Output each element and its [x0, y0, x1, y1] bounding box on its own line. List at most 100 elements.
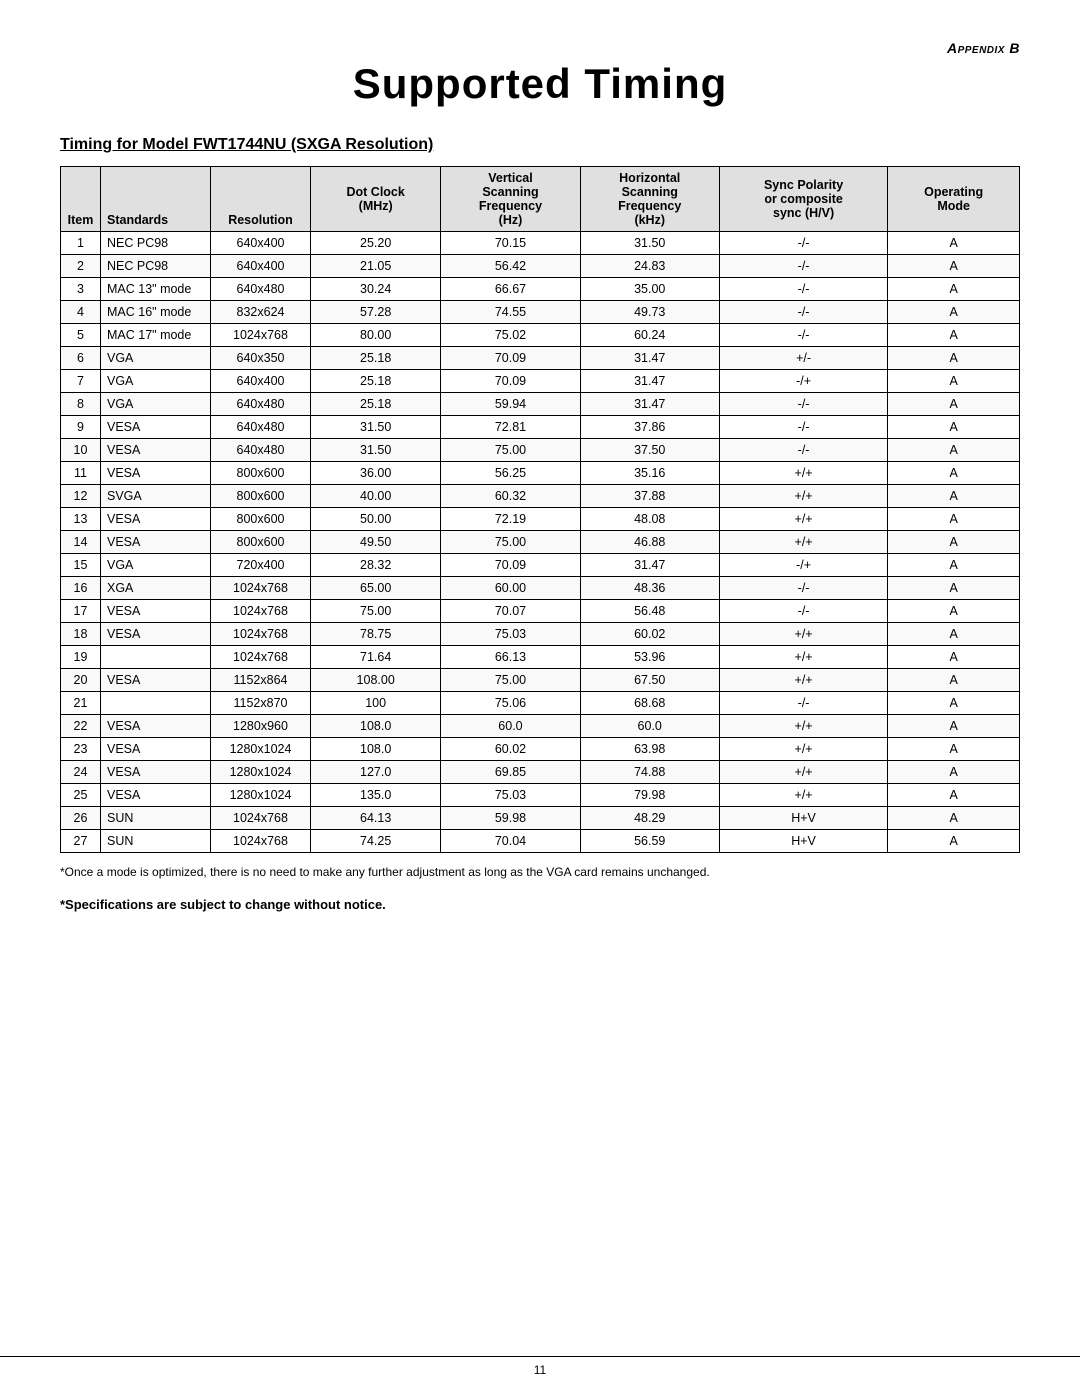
- cell-dot-clock: 30.24: [311, 278, 441, 301]
- cell-h-scan: 46.88: [580, 531, 719, 554]
- cell-sync: -/-: [719, 324, 887, 347]
- cell-item: 26: [61, 807, 101, 830]
- col-header-vertical: VerticalScanningFrequency(Hz): [441, 167, 580, 232]
- cell-resolution: 1024x768: [211, 830, 311, 853]
- table-row: 8VGA640x48025.1859.9431.47-/-A: [61, 393, 1020, 416]
- table-row: 15VGA720x40028.3270.0931.47-/+A: [61, 554, 1020, 577]
- cell-dot-clock: 135.0: [311, 784, 441, 807]
- cell-resolution: 832x624: [211, 301, 311, 324]
- cell-resolution: 1024x768: [211, 807, 311, 830]
- cell-sync: +/+: [719, 508, 887, 531]
- cell-sync: +/+: [719, 462, 887, 485]
- cell-item: 13: [61, 508, 101, 531]
- cell-dot-clock: 108.00: [311, 669, 441, 692]
- cell-dot-clock: 75.00: [311, 600, 441, 623]
- cell-mode: A: [888, 416, 1020, 439]
- cell-resolution: 640x400: [211, 232, 311, 255]
- cell-standard: SUN: [101, 830, 211, 853]
- cell-dot-clock: 49.50: [311, 531, 441, 554]
- cell-mode: A: [888, 577, 1020, 600]
- cell-resolution: 1024x768: [211, 577, 311, 600]
- cell-sync: -/-: [719, 278, 887, 301]
- cell-standard: MAC 17" mode: [101, 324, 211, 347]
- cell-resolution: 1152x864: [211, 669, 311, 692]
- cell-dot-clock: 31.50: [311, 439, 441, 462]
- cell-dot-clock: 74.25: [311, 830, 441, 853]
- cell-resolution: 720x400: [211, 554, 311, 577]
- table-row: 10VESA640x48031.5075.0037.50-/-A: [61, 439, 1020, 462]
- cell-v-scan: 75.03: [441, 784, 580, 807]
- cell-item: 1: [61, 232, 101, 255]
- cell-h-scan: 31.47: [580, 554, 719, 577]
- cell-h-scan: 48.29: [580, 807, 719, 830]
- cell-sync: -/-: [719, 393, 887, 416]
- cell-item: 27: [61, 830, 101, 853]
- cell-sync: +/+: [719, 738, 887, 761]
- cell-item: 19: [61, 646, 101, 669]
- cell-mode: A: [888, 738, 1020, 761]
- cell-h-scan: 24.83: [580, 255, 719, 278]
- table-row: 14VESA800x60049.5075.0046.88+/+A: [61, 531, 1020, 554]
- cell-h-scan: 60.0: [580, 715, 719, 738]
- cell-v-scan: 60.0: [441, 715, 580, 738]
- cell-mode: A: [888, 462, 1020, 485]
- cell-dot-clock: 78.75: [311, 623, 441, 646]
- cell-dot-clock: 57.28: [311, 301, 441, 324]
- col-header-item: Item: [61, 167, 101, 232]
- cell-item: 7: [61, 370, 101, 393]
- cell-dot-clock: 21.05: [311, 255, 441, 278]
- cell-dot-clock: 50.00: [311, 508, 441, 531]
- cell-resolution: 800x600: [211, 508, 311, 531]
- table-row: 23VESA1280x1024108.060.0263.98+/+A: [61, 738, 1020, 761]
- cell-h-scan: 31.47: [580, 370, 719, 393]
- cell-mode: A: [888, 485, 1020, 508]
- cell-v-scan: 74.55: [441, 301, 580, 324]
- cell-sync: -/-: [719, 232, 887, 255]
- footnote1: *Once a mode is optimized, there is no n…: [60, 863, 1020, 881]
- cell-h-scan: 35.00: [580, 278, 719, 301]
- section-title: Timing for Model FWT1744NU (SXGA Resolut…: [60, 136, 1020, 154]
- cell-h-scan: 60.02: [580, 623, 719, 646]
- cell-v-scan: 75.03: [441, 623, 580, 646]
- table-row: 3MAC 13" mode640x48030.2466.6735.00-/-A: [61, 278, 1020, 301]
- cell-v-scan: 60.00: [441, 577, 580, 600]
- cell-v-scan: 56.42: [441, 255, 580, 278]
- cell-item: 2: [61, 255, 101, 278]
- cell-mode: A: [888, 692, 1020, 715]
- cell-mode: A: [888, 301, 1020, 324]
- table-row: 6VGA640x35025.1870.0931.47+/-A: [61, 347, 1020, 370]
- cell-standard: VESA: [101, 462, 211, 485]
- cell-mode: A: [888, 623, 1020, 646]
- cell-dot-clock: 25.18: [311, 393, 441, 416]
- cell-h-scan: 68.68: [580, 692, 719, 715]
- table-row: 24VESA1280x1024127.069.8574.88+/+A: [61, 761, 1020, 784]
- appendix-label: Appendix B: [60, 40, 1020, 56]
- cell-h-scan: 48.36: [580, 577, 719, 600]
- table-row: 27SUN1024x76874.2570.0456.59H+VA: [61, 830, 1020, 853]
- cell-mode: A: [888, 531, 1020, 554]
- cell-sync: +/-: [719, 347, 887, 370]
- cell-h-scan: 37.50: [580, 439, 719, 462]
- col-header-horizontal: HorizontalScanningFrequency(kHz): [580, 167, 719, 232]
- col-header-resolution: Resolution: [211, 167, 311, 232]
- cell-resolution: 1280x1024: [211, 761, 311, 784]
- page-number: 11: [534, 1363, 546, 1377]
- page-title: Supported Timing: [60, 60, 1020, 108]
- table-row: 20VESA1152x864108.0075.0067.50+/+A: [61, 669, 1020, 692]
- cell-v-scan: 75.00: [441, 669, 580, 692]
- cell-dot-clock: 40.00: [311, 485, 441, 508]
- cell-sync: -/-: [719, 577, 887, 600]
- cell-sync: -/-: [719, 301, 887, 324]
- cell-standard: VGA: [101, 370, 211, 393]
- cell-dot-clock: 108.0: [311, 715, 441, 738]
- cell-sync: +/+: [719, 784, 887, 807]
- cell-resolution: 1280x1024: [211, 738, 311, 761]
- cell-item: 14: [61, 531, 101, 554]
- cell-mode: A: [888, 646, 1020, 669]
- cell-item: 5: [61, 324, 101, 347]
- cell-mode: A: [888, 347, 1020, 370]
- cell-mode: A: [888, 324, 1020, 347]
- cell-standard: VESA: [101, 600, 211, 623]
- cell-standard: VESA: [101, 784, 211, 807]
- cell-standard: VESA: [101, 761, 211, 784]
